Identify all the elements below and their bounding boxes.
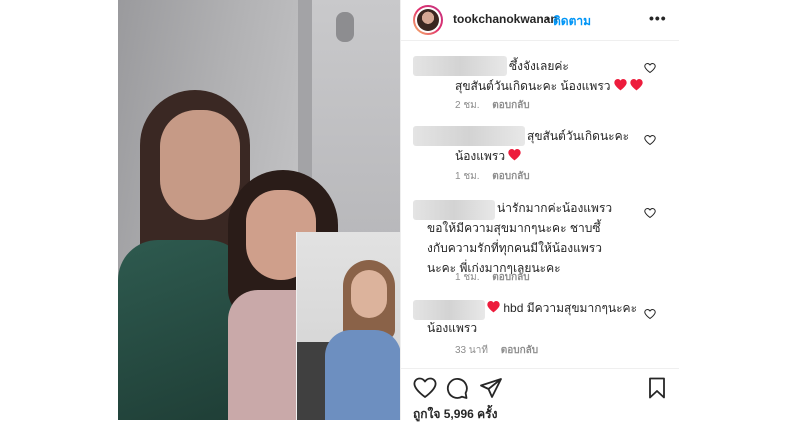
comment-time: 1 ชม.: [455, 272, 480, 283]
comment-line: สุขสันต์วันเกิดนะคะ: [527, 129, 630, 143]
comment-meta: 33 นาที ตอบกลับ: [455, 343, 548, 358]
comment-text: สุขสันต์วันเกิดนะคะ น้องแพรว: [455, 126, 629, 166]
red-heart-emoji: [487, 301, 500, 313]
red-heart-emoji: [614, 79, 627, 91]
comment-text: น่ารักมากค่ะน้องแพรว ขอให้มีความสุขมากๆน…: [427, 198, 612, 278]
comment-line: น้องแพรว: [427, 321, 478, 335]
post-photo[interactable]: [118, 0, 400, 420]
comment-line: งกับความรักที่ทุกคนมีให้น้องแพรว: [427, 241, 602, 255]
paper-plane-icon[interactable]: [479, 376, 503, 400]
avatar-ring-inner: [415, 7, 441, 33]
comment-time: 33 นาที: [455, 345, 488, 356]
comment-meta: 1 ชม. ตอบกลับ: [455, 270, 540, 285]
bookmark-icon[interactable]: [645, 376, 669, 400]
reply-button[interactable]: ตอบกลับ: [492, 171, 529, 182]
left-margin: [0, 0, 118, 420]
post-header: tookchanokwanan • ติดตาม •••: [401, 0, 679, 41]
comment-time: 2 ชม.: [455, 100, 480, 111]
right-margin: [678, 0, 800, 420]
photo-person-left-face: [160, 110, 240, 220]
comment-meta: 1 ชม. ตอบกลับ: [455, 169, 540, 184]
comment-line: สุขสันต์วันเกิดนะคะ น้องแพรว: [455, 79, 611, 93]
avatar[interactable]: [413, 5, 443, 35]
comment-line: น้องแพรว: [455, 149, 506, 163]
comment-item: น่ารักมากค่ะน้องแพรว ขอให้มีความสุขมากๆน…: [401, 198, 679, 288]
red-heart-emoji: [508, 149, 522, 161]
comment-like-icon[interactable]: [644, 62, 656, 74]
comment-line: ขอให้มีความสุขมากๆนะคะ ชาบซึ้: [427, 221, 601, 235]
more-options-icon[interactable]: •••: [649, 10, 667, 26]
red-heart-emoji: [630, 79, 643, 91]
comment-like-icon[interactable]: [644, 207, 656, 219]
comment-item: hbd มีความสุขมากๆนะคะ น้องแพรว 33 นาที ต…: [401, 298, 679, 360]
comment-like-icon[interactable]: [644, 134, 656, 146]
comment-item: สุขสันต์วันเกิดนะคะ น้องแพรว 1 ชม. ตอบกล…: [401, 124, 679, 186]
post-actions-bar: ถูกใจ 5,996 ครั้ง: [401, 368, 679, 421]
comment-text: ซึ้งจังเลยค่ะ สุขสันต์วันเกิดนะคะ น้องแพ…: [455, 56, 643, 96]
post-info-panel: tookchanokwanan • ติดตาม ••• ซึ้งจังเลยค…: [400, 0, 679, 421]
comment-like-icon[interactable]: [644, 308, 656, 320]
comment-time: 1 ชม.: [455, 171, 480, 182]
comment-line: ซึ้งจังเลยค่ะ: [509, 59, 569, 73]
separator-dot: •: [546, 12, 551, 26]
inset-person-face: [351, 270, 387, 318]
photo-inset-video: [296, 232, 400, 420]
comment-item: ซึ้งจังเลยค่ะ สุขสันต์วันเกิดนะคะ น้องแพ…: [401, 52, 679, 114]
heart-outline-icon[interactable]: [413, 376, 437, 400]
reply-button[interactable]: ตอบกลับ: [501, 345, 538, 356]
inset-person-body: [325, 330, 400, 420]
likes-count[interactable]: ถูกใจ 5,996 ครั้ง: [413, 405, 497, 424]
comment-line: hbd มีความสุขมากๆนะคะ: [503, 301, 638, 315]
photo-door-knob: [336, 12, 354, 42]
comment-line-with-hearts: สุขสันต์วันเกิดนะคะ น้องแพรว: [455, 76, 643, 96]
follow-button[interactable]: ติดตาม: [553, 12, 591, 31]
reply-button[interactable]: ตอบกลับ: [492, 100, 529, 111]
comment-line-with-hearts: hbd มีความสุขมากๆนะคะ: [427, 298, 637, 318]
avatar-image: [417, 9, 439, 31]
username-link[interactable]: tookchanokwanan: [453, 12, 558, 26]
comment-line: น่ารักมากค่ะน้องแพรว: [497, 201, 613, 215]
comment-meta: 2 ชม. ตอบกลับ: [455, 98, 540, 113]
comment-bubble-icon[interactable]: [445, 376, 469, 400]
reply-button[interactable]: ตอบกลับ: [492, 272, 529, 283]
comment-line-with-hearts: น้องแพรว: [455, 146, 629, 166]
comment-text: hbd มีความสุขมากๆนะคะ น้องแพรว: [427, 298, 637, 338]
